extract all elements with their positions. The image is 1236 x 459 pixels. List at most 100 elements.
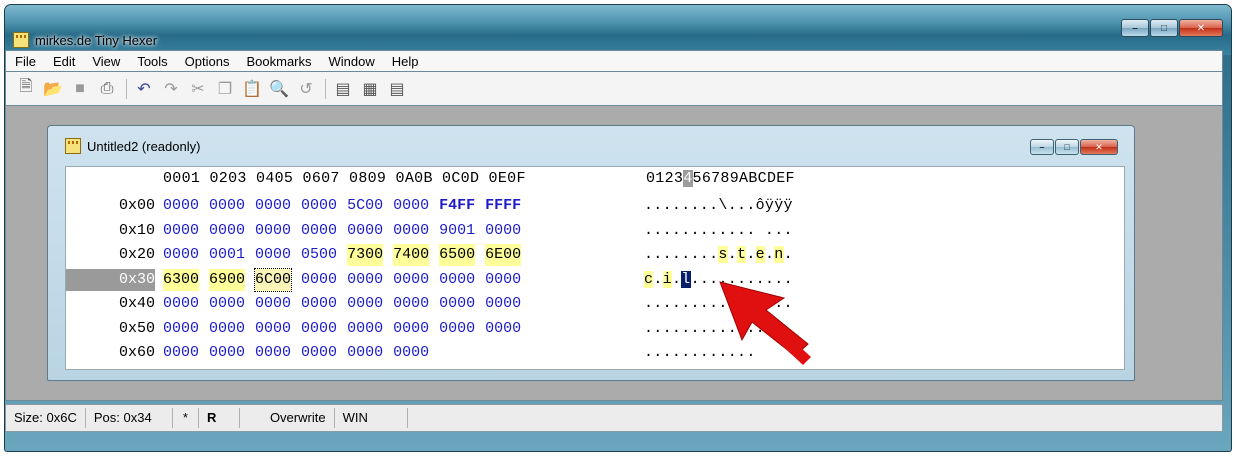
hex-word-highlighted[interactable]: 6300 bbox=[163, 268, 200, 291]
close-button[interactable]: ✕ bbox=[1179, 19, 1223, 37]
menu-tools[interactable]: Tools bbox=[128, 54, 175, 69]
hex-row: 0x00 0000 0000 0000 0000 5C00 0000 F4FF … bbox=[66, 195, 1124, 220]
hex-word[interactable]: 0000 bbox=[255, 220, 291, 242]
row-ascii[interactable]: ................ bbox=[644, 318, 793, 340]
hex-row: 0x60 0000 0000 0000 0000 0000 0000 .....… bbox=[66, 342, 1124, 367]
menu-bar: File Edit View Tools Options Bookmarks W… bbox=[5, 50, 1223, 72]
hex-word[interactable]: 0000 bbox=[163, 195, 199, 217]
hex-word[interactable]: 0000 bbox=[347, 293, 383, 315]
hex-word-highlighted[interactable]: 7300 bbox=[347, 244, 384, 266]
hex-word[interactable]: F4FF bbox=[439, 195, 475, 217]
hex-word[interactable]: 0000 bbox=[439, 293, 475, 315]
menu-edit[interactable]: Edit bbox=[44, 54, 83, 69]
new-file-icon[interactable]: 🗎 bbox=[16, 78, 36, 99]
hex-word[interactable]: 0000 bbox=[255, 293, 291, 315]
status-charset[interactable]: WIN bbox=[335, 408, 408, 428]
hex-word[interactable]: 0000 bbox=[485, 293, 521, 315]
row-address: 0x50 bbox=[118, 319, 155, 337]
paste-icon[interactable]: 📋 bbox=[242, 79, 262, 99]
hex-word[interactable]: 0000 bbox=[347, 318, 383, 340]
menu-file[interactable]: File bbox=[6, 54, 44, 69]
copy-icon[interactable]: ❐ bbox=[215, 79, 235, 99]
hex-word[interactable]: 0000 bbox=[393, 220, 429, 242]
hex-editor-area[interactable]: 0001 0203 0405 0607 0809 0A0B 0C0D 0E0F … bbox=[65, 166, 1125, 370]
hex-word[interactable]: 0000 bbox=[301, 318, 337, 340]
open-folder-icon[interactable]: 📂 bbox=[43, 79, 63, 99]
hex-word[interactable]: 0000 bbox=[393, 269, 429, 291]
hex-word[interactable]: 0000 bbox=[301, 269, 337, 291]
view-table-icon[interactable]: ▤ bbox=[387, 79, 407, 99]
row-ascii[interactable]: ........s.t.e.n. bbox=[644, 244, 793, 266]
hex-word[interactable]: 0000 bbox=[163, 220, 199, 242]
hex-word[interactable]: 0000 bbox=[485, 318, 521, 340]
undo-icon[interactable]: ↶ bbox=[134, 79, 154, 99]
row-ascii[interactable]: ............ bbox=[644, 342, 756, 364]
hex-word[interactable]: 0000 bbox=[393, 195, 429, 217]
hex-word[interactable]: 0001 bbox=[209, 244, 245, 266]
row-ascii[interactable]: ................ bbox=[644, 293, 793, 315]
hex-word[interactable]: 9001 bbox=[439, 220, 475, 242]
menu-window[interactable]: Window bbox=[320, 54, 383, 69]
menu-bookmarks[interactable]: Bookmarks bbox=[237, 54, 319, 69]
hex-word[interactable]: 0000 bbox=[255, 342, 291, 364]
toolbar: 🗎 📂 ■ ⎙ ↶ ↷ ✂ ❐ 📋 🔍 ↺ ▤ ▦ ▤ bbox=[5, 72, 1223, 106]
hex-word[interactable]: 0000 bbox=[301, 293, 337, 315]
menu-view[interactable]: View bbox=[83, 54, 128, 69]
hex-word[interactable]: 0000 bbox=[485, 269, 521, 291]
hex-word-highlighted[interactable]: 6E00 bbox=[485, 244, 522, 266]
view-text-icon[interactable]: ▦ bbox=[360, 79, 380, 99]
hex-word[interactable]: 0000 bbox=[255, 195, 291, 217]
hex-word[interactable]: 0000 bbox=[209, 220, 245, 242]
hex-word[interactable]: 0000 bbox=[301, 220, 337, 242]
hex-word[interactable]: 0000 bbox=[255, 318, 291, 340]
hex-word-cursor[interactable]: 6C00 bbox=[254, 267, 293, 292]
redo-icon[interactable]: ↷ bbox=[161, 79, 181, 99]
maximize-button[interactable]: □ bbox=[1150, 19, 1178, 37]
hex-word[interactable]: 0000 bbox=[301, 342, 337, 364]
title-bar[interactable]: mirkes.de Tiny Hexer – □ ✕ bbox=[5, 5, 1231, 55]
hex-word[interactable]: 0000 bbox=[209, 293, 245, 315]
hex-word[interactable]: 0000 bbox=[485, 220, 521, 242]
hex-word[interactable]: 0000 bbox=[255, 244, 291, 266]
view-hex-icon[interactable]: ▤ bbox=[333, 79, 353, 99]
hex-word[interactable]: 0000 bbox=[347, 342, 383, 364]
save-icon[interactable]: ■ bbox=[70, 79, 90, 99]
hex-word[interactable]: 0000 bbox=[163, 293, 199, 315]
cut-icon[interactable]: ✂ bbox=[188, 79, 208, 99]
row-ascii[interactable]: ........\...ôÿÿÿ bbox=[644, 195, 793, 217]
hex-word[interactable]: 0000 bbox=[209, 195, 245, 217]
doc-close-button[interactable]: ✕ bbox=[1080, 139, 1118, 155]
hex-word[interactable]: 0500 bbox=[301, 244, 337, 266]
doc-minimize-button[interactable]: – bbox=[1030, 139, 1054, 155]
minimize-button[interactable]: – bbox=[1121, 19, 1149, 37]
document-title-area[interactable]: Untitled2 (readonly) bbox=[65, 138, 200, 154]
print-icon[interactable]: ⎙ bbox=[97, 79, 117, 99]
replace-icon[interactable]: ↺ bbox=[296, 79, 316, 99]
status-overwrite[interactable]: Overwrite bbox=[240, 408, 335, 428]
find-icon[interactable]: 🔍 bbox=[269, 79, 289, 99]
hex-word-highlighted[interactable]: 6500 bbox=[439, 244, 476, 266]
hex-word[interactable]: 0000 bbox=[439, 269, 475, 291]
menu-help[interactable]: Help bbox=[383, 54, 427, 69]
hex-word-highlighted[interactable]: 7400 bbox=[393, 244, 430, 266]
hex-word[interactable]: 0000 bbox=[209, 342, 245, 364]
hex-word[interactable]: 0000 bbox=[301, 195, 337, 217]
hex-word[interactable]: 0000 bbox=[347, 220, 383, 242]
hex-word-highlighted[interactable]: 6900 bbox=[209, 268, 246, 291]
hex-word[interactable]: 0000 bbox=[163, 244, 199, 266]
hex-word[interactable]: 0000 bbox=[347, 269, 383, 291]
row-ascii[interactable]: ............ ... bbox=[644, 220, 793, 242]
hex-word[interactable]: 0000 bbox=[209, 318, 245, 340]
hex-word[interactable]: 0000 bbox=[393, 293, 429, 315]
row-address: 0x10 bbox=[118, 221, 155, 239]
row-ascii[interactable]: c.i.l........... bbox=[644, 269, 793, 291]
hex-word[interactable]: 0000 bbox=[163, 318, 199, 340]
doc-maximize-button[interactable]: □ bbox=[1055, 139, 1079, 155]
hex-word[interactable]: 0000 bbox=[393, 318, 429, 340]
hex-word[interactable]: 0000 bbox=[393, 342, 429, 364]
menu-options[interactable]: Options bbox=[176, 54, 238, 69]
hex-word[interactable]: 0000 bbox=[163, 342, 199, 364]
hex-word[interactable]: FFFF bbox=[485, 195, 521, 217]
hex-word[interactable]: 5C00 bbox=[347, 195, 383, 217]
hex-word[interactable]: 0000 bbox=[439, 318, 475, 340]
